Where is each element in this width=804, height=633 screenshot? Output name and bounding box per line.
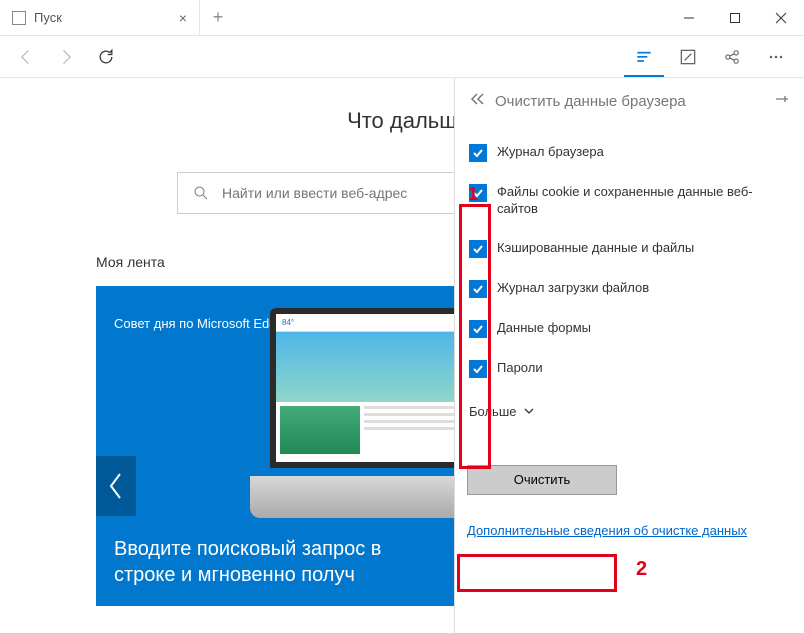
clear-button[interactable]: Очистить [467,465,617,495]
panel-title: Очистить данные браузера [495,93,686,110]
more-button[interactable] [756,37,796,77]
chevron-down-icon [523,405,535,417]
search-icon [192,184,210,202]
chevron-left-icon [107,471,125,501]
checkbox[interactable] [469,240,487,258]
maximize-icon [729,12,741,24]
panel-body: Журнал браузера Файлы cookie и сохраненны… [455,124,804,546]
tab-title: Пуск [34,10,62,25]
arrow-right-icon [56,47,76,67]
hub-button[interactable] [624,37,664,77]
close-window-button[interactable] [758,0,804,35]
checkbox-group: Журнал браузера Файлы cookie и сохраненны… [467,132,792,398]
checkbox[interactable] [469,184,487,202]
show-more-button[interactable]: Больше [467,398,792,425]
checkmark-icon [472,283,484,295]
panel-pin-button[interactable] [774,92,790,110]
title-bar: Пуск × + [0,0,804,36]
checkmark-icon [472,147,484,159]
checkbox-row: Кэшированные данные и файлы [469,232,792,266]
chevron-double-left-icon [469,92,485,106]
tab-close-icon[interactable]: × [179,10,187,26]
screen-badge: 84° [282,318,294,327]
close-icon [775,12,787,24]
checkbox-label: Данные формы [497,320,591,337]
content-area: Что дальш Моя лента Совет дня по Microso… [0,78,804,633]
checkbox-label: Журнал загрузки файлов [497,280,649,297]
maximize-button[interactable] [712,0,758,35]
refresh-button[interactable] [88,39,124,75]
share-icon [722,47,742,67]
web-note-button[interactable] [668,37,708,77]
checkmark-icon [472,323,484,335]
more-icon [766,47,786,67]
window-controls [666,0,804,35]
checkbox-row: Журнал браузера [469,136,792,170]
hub-icon [634,46,654,66]
panel-header: Очистить данные браузера [455,78,804,124]
info-link[interactable]: Дополнительные сведения об очистке данны… [467,523,792,538]
checkmark-icon [472,187,484,199]
checkbox-label: Кэшированные данные и файлы [497,240,694,257]
checkbox-label: Журнал браузера [497,144,604,161]
checkbox-label: Файлы cookie и сохраненные данные веб-са… [497,184,790,218]
feed-card[interactable]: Совет дня по Microsoft Edge 84° [96,286,456,606]
tab-favicon-icon [12,11,26,25]
checkbox-row: Данные формы [469,312,792,346]
clear-data-panel: Очистить данные браузера Журнал браузера… [454,78,804,633]
checkbox-row: Пароли [469,352,792,386]
toolbar [0,36,804,78]
checkmark-icon [472,363,484,375]
forward-button[interactable] [48,39,84,75]
back-button[interactable] [8,39,44,75]
refresh-icon [96,47,116,67]
checkbox-row: Журнал загрузки файлов [469,272,792,306]
minimize-icon [683,12,695,24]
checkbox[interactable] [469,144,487,162]
new-tab-button[interactable]: + [200,0,236,35]
checkbox-label: Пароли [497,360,543,377]
show-more-label: Больше [469,404,517,419]
share-button[interactable] [712,37,752,77]
pin-icon [774,92,790,106]
checkbox[interactable] [469,360,487,378]
clear-button-label: Очистить [514,472,571,487]
checkbox[interactable] [469,280,487,298]
arrow-left-icon [16,47,36,67]
checkbox-row: Файлы cookie и сохраненные данные веб-са… [469,176,792,226]
browser-tab[interactable]: Пуск × [0,0,200,35]
checkbox[interactable] [469,320,487,338]
note-icon [678,47,698,67]
carousel-prev-button[interactable] [96,456,136,516]
panel-back-button[interactable] [469,92,485,110]
minimize-button[interactable] [666,0,712,35]
feed-card-text: Вводите поисковый запрос в строке и мгно… [114,536,438,588]
checkmark-icon [472,243,484,255]
